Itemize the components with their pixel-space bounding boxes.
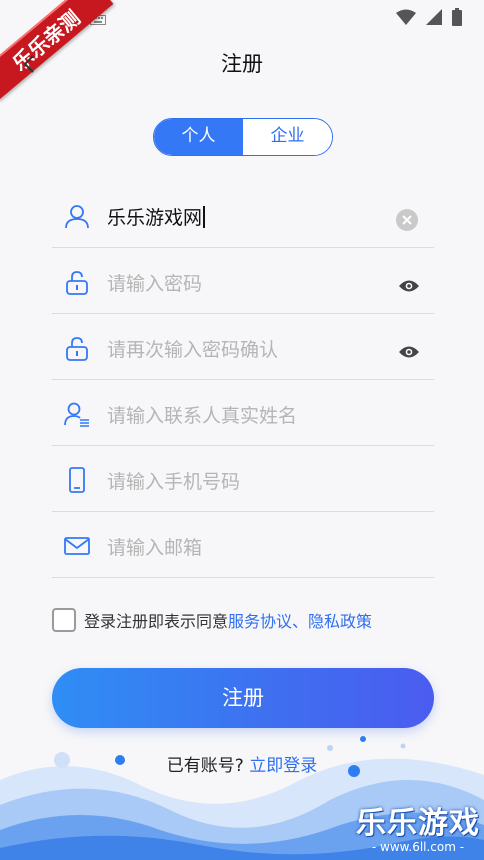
register-button[interactable]: 注册: [52, 668, 434, 728]
email-input[interactable]: 请输入邮箱: [107, 533, 202, 560]
contact-name-input[interactable]: 请输入联系人真实姓名: [107, 401, 297, 428]
login-prompt: 已有账号? 立即登录: [0, 751, 484, 776]
login-link[interactable]: 立即登录: [249, 756, 317, 776]
service-agreement-link[interactable]: 服务协议: [228, 612, 292, 631]
eye-icon[interactable]: [398, 344, 420, 363]
privacy-policy-link[interactable]: 隐私政策: [308, 612, 372, 631]
tab-personal[interactable]: 个人: [154, 119, 243, 155]
wifi-icon: [396, 9, 416, 29]
phone-input[interactable]: 请输入手机号码: [107, 467, 240, 494]
phone-field[interactable]: 请输入手机号码: [52, 446, 434, 512]
lock-icon: [64, 269, 90, 295]
user-icon: [64, 203, 90, 229]
agreement-separator: 、: [292, 612, 309, 631]
agreement-row: 登录注册即表示同意服务协议、隐私政策: [52, 608, 372, 632]
password-input[interactable]: 请输入密码: [107, 269, 202, 296]
tab-enterprise[interactable]: 企业: [243, 119, 332, 155]
agreement-prefix: 登录注册即表示同意: [84, 612, 229, 631]
watermark-main: 乐乐游戏: [356, 806, 480, 841]
confirm-password-input[interactable]: 请再次输入密码确认: [107, 335, 278, 362]
account-type-toggle: 个人 企业: [153, 118, 333, 156]
envelope-icon: [64, 533, 90, 559]
eye-icon[interactable]: [398, 278, 420, 297]
password-field[interactable]: 请输入密码: [52, 248, 434, 314]
agreement-text: 登录注册即表示同意服务协议、隐私政策: [84, 608, 372, 632]
confirm-password-field[interactable]: 请再次输入密码确认: [52, 314, 434, 380]
phone-icon: [64, 467, 90, 493]
username-input[interactable]: 乐乐游戏网: [107, 203, 205, 230]
agreement-checkbox[interactable]: [52, 608, 76, 632]
battery-icon: [452, 8, 462, 30]
site-watermark: 乐乐游戏 - www.6ll.com -: [356, 798, 480, 854]
cell-signal-icon: [426, 9, 442, 29]
contact-name-field[interactable]: 请输入联系人真实姓名: [52, 380, 434, 446]
clear-input-icon[interactable]: [396, 209, 418, 235]
lock-icon: [64, 335, 90, 361]
watermark-sub: - www.6ll.com -: [371, 840, 465, 854]
contact-card-icon: [64, 401, 90, 427]
email-field[interactable]: 请输入邮箱: [52, 512, 434, 578]
login-prompt-text: 已有账号?: [166, 756, 244, 776]
username-field[interactable]: 乐乐游戏网: [52, 182, 434, 248]
page-title: 注册: [221, 52, 263, 76]
